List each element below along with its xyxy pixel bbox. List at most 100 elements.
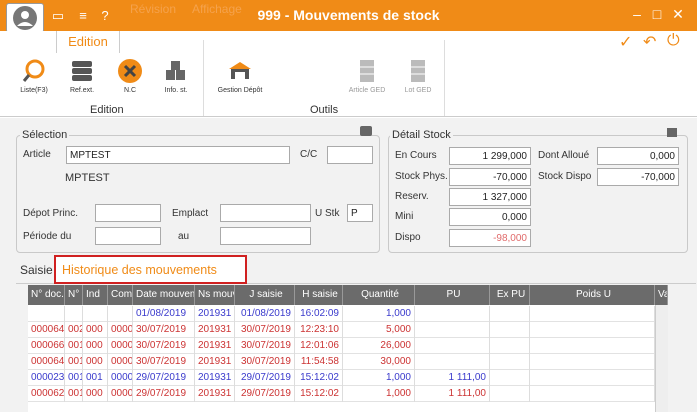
ustk-input[interactable]: P bbox=[347, 204, 373, 222]
table-cell[interactable]: 000 bbox=[83, 338, 108, 354]
table-cell[interactable]: 1,000 bbox=[343, 370, 415, 386]
tab-saisie[interactable]: Saisie bbox=[20, 263, 53, 277]
table-cell[interactable]: 15:12:02 bbox=[295, 370, 343, 386]
table-cell[interactable]: 000 bbox=[83, 354, 108, 370]
column-header[interactable]: N° l bbox=[65, 285, 83, 305]
table-cell[interactable] bbox=[490, 354, 530, 370]
column-header[interactable]: PU bbox=[415, 285, 490, 305]
table-cell[interactable] bbox=[415, 306, 490, 322]
table-cell[interactable]: 000023 bbox=[28, 370, 65, 386]
table-cell[interactable]: 1,000 bbox=[343, 386, 415, 402]
table-cell[interactable]: 11:54:58 bbox=[295, 354, 343, 370]
table-cell[interactable]: 000064 bbox=[28, 322, 65, 338]
table-cell[interactable] bbox=[530, 338, 655, 354]
table-cell[interactable]: 01/08/2019 bbox=[133, 306, 195, 322]
tab-historique[interactable]: Historique des mouvements bbox=[62, 263, 217, 277]
table-cell[interactable]: 201931 bbox=[195, 370, 235, 386]
validate-icon[interactable]: ✓ bbox=[619, 32, 632, 52]
table-cell[interactable]: 12:01:06 bbox=[295, 338, 343, 354]
column-header[interactable]: H saisie bbox=[295, 285, 343, 305]
table-cell[interactable]: 000066 bbox=[28, 338, 65, 354]
cc-input[interactable] bbox=[327, 146, 373, 164]
table-cell[interactable]: 0000 bbox=[108, 370, 133, 386]
minimize-button[interactable]: – bbox=[629, 6, 645, 22]
table-cell[interactable] bbox=[530, 306, 655, 322]
table-cell[interactable] bbox=[108, 306, 133, 322]
table-cell[interactable] bbox=[530, 322, 655, 338]
table-cell[interactable] bbox=[83, 306, 108, 322]
table-cell[interactable]: 16:02:09 bbox=[295, 306, 343, 322]
column-header[interactable]: Ex PU bbox=[490, 285, 530, 305]
column-header[interactable]: Date mouvement bbox=[133, 285, 195, 305]
column-header[interactable]: J saisie bbox=[235, 285, 295, 305]
column-header[interactable]: N° doc. bbox=[28, 285, 65, 305]
table-cell[interactable]: 15:12:02 bbox=[295, 386, 343, 402]
scrollbar[interactable] bbox=[655, 305, 668, 412]
lot-ged-button[interactable]: Lot GED bbox=[398, 58, 438, 94]
table-cell[interactable]: 000 bbox=[83, 386, 108, 402]
table-cell[interactable]: 0000 bbox=[108, 354, 133, 370]
table-cell[interactable]: 1,000 bbox=[343, 306, 415, 322]
table-cell[interactable]: 001 bbox=[65, 354, 83, 370]
camera-icon[interactable] bbox=[360, 126, 372, 136]
table-cell[interactable]: 30/07/2019 bbox=[235, 338, 295, 354]
back-icon[interactable]: ↶ bbox=[643, 32, 656, 52]
column-header[interactable]: Poids U bbox=[530, 285, 655, 305]
table-cell[interactable]: 001 bbox=[65, 338, 83, 354]
table-cell[interactable]: 26,000 bbox=[343, 338, 415, 354]
table-cell[interactable]: 002 bbox=[65, 322, 83, 338]
table-cell[interactable]: 201931 bbox=[195, 306, 235, 322]
table-cell[interactable]: 201931 bbox=[195, 322, 235, 338]
gestion-depot-button[interactable]: Gestion Dépôt bbox=[210, 58, 270, 94]
table-cell[interactable] bbox=[530, 386, 655, 402]
table-cell[interactable]: 201931 bbox=[195, 386, 235, 402]
article-ged-button[interactable]: Article GED bbox=[344, 58, 390, 94]
table-cell[interactable]: 201931 bbox=[195, 338, 235, 354]
periode-to-input[interactable] bbox=[220, 227, 311, 245]
column-header[interactable]: Quantité bbox=[343, 285, 415, 305]
table-cell[interactable]: 29/07/2019 bbox=[133, 370, 195, 386]
table-cell[interactable]: 001 bbox=[65, 386, 83, 402]
power-icon[interactable]: ⏻ bbox=[667, 32, 680, 50]
table-cell[interactable]: 29/07/2019 bbox=[235, 370, 295, 386]
table-cell[interactable]: 01/08/2019 bbox=[235, 306, 295, 322]
table-cell[interactable] bbox=[530, 354, 655, 370]
table-cell[interactable] bbox=[490, 322, 530, 338]
table-cell[interactable]: 29/07/2019 bbox=[133, 386, 195, 402]
table-cell[interactable] bbox=[28, 306, 65, 322]
column-header[interactable]: Valeu bbox=[655, 285, 668, 305]
table-cell[interactable]: 001 bbox=[65, 370, 83, 386]
table-cell[interactable]: 1 111,00 bbox=[415, 386, 490, 402]
table-cell[interactable]: 30,000 bbox=[343, 354, 415, 370]
article-input[interactable]: MPTEST bbox=[66, 146, 290, 164]
table-cell[interactable]: 30/07/2019 bbox=[133, 322, 195, 338]
table-cell[interactable]: 30/07/2019 bbox=[133, 338, 195, 354]
table-cell[interactable]: 0000 bbox=[108, 386, 133, 402]
emplact-input[interactable] bbox=[220, 204, 311, 222]
ref-ext-button[interactable]: Ref.ext. bbox=[62, 58, 102, 94]
table-cell[interactable] bbox=[415, 322, 490, 338]
maximize-button[interactable]: □ bbox=[649, 6, 665, 22]
table-cell[interactable] bbox=[530, 370, 655, 386]
table-cell[interactable]: 0000 bbox=[108, 322, 133, 338]
table-cell[interactable]: 001 bbox=[83, 370, 108, 386]
column-header[interactable]: Ind bbox=[83, 285, 108, 305]
table-cell[interactable] bbox=[490, 370, 530, 386]
table-cell[interactable]: 5,000 bbox=[343, 322, 415, 338]
nc-button[interactable]: N.C bbox=[110, 58, 150, 94]
table-cell[interactable] bbox=[490, 306, 530, 322]
table-cell[interactable]: 1 111,00 bbox=[415, 370, 490, 386]
table-cell[interactable]: 201931 bbox=[195, 354, 235, 370]
periode-from-input[interactable] bbox=[95, 227, 161, 245]
table-cell[interactable]: 29/07/2019 bbox=[235, 386, 295, 402]
table-cell[interactable]: 30/07/2019 bbox=[133, 354, 195, 370]
table-cell[interactable] bbox=[415, 338, 490, 354]
boxes-icon[interactable] bbox=[667, 128, 677, 137]
info-stock-button[interactable]: Info. st. bbox=[156, 58, 196, 94]
table-cell[interactable]: 12:23:10 bbox=[295, 322, 343, 338]
column-header[interactable]: Ns mouve bbox=[195, 285, 235, 305]
table-cell[interactable]: 30/07/2019 bbox=[235, 322, 295, 338]
avatar[interactable] bbox=[6, 3, 44, 33]
table-cell[interactable]: 000062 bbox=[28, 386, 65, 402]
table-cell[interactable] bbox=[65, 306, 83, 322]
